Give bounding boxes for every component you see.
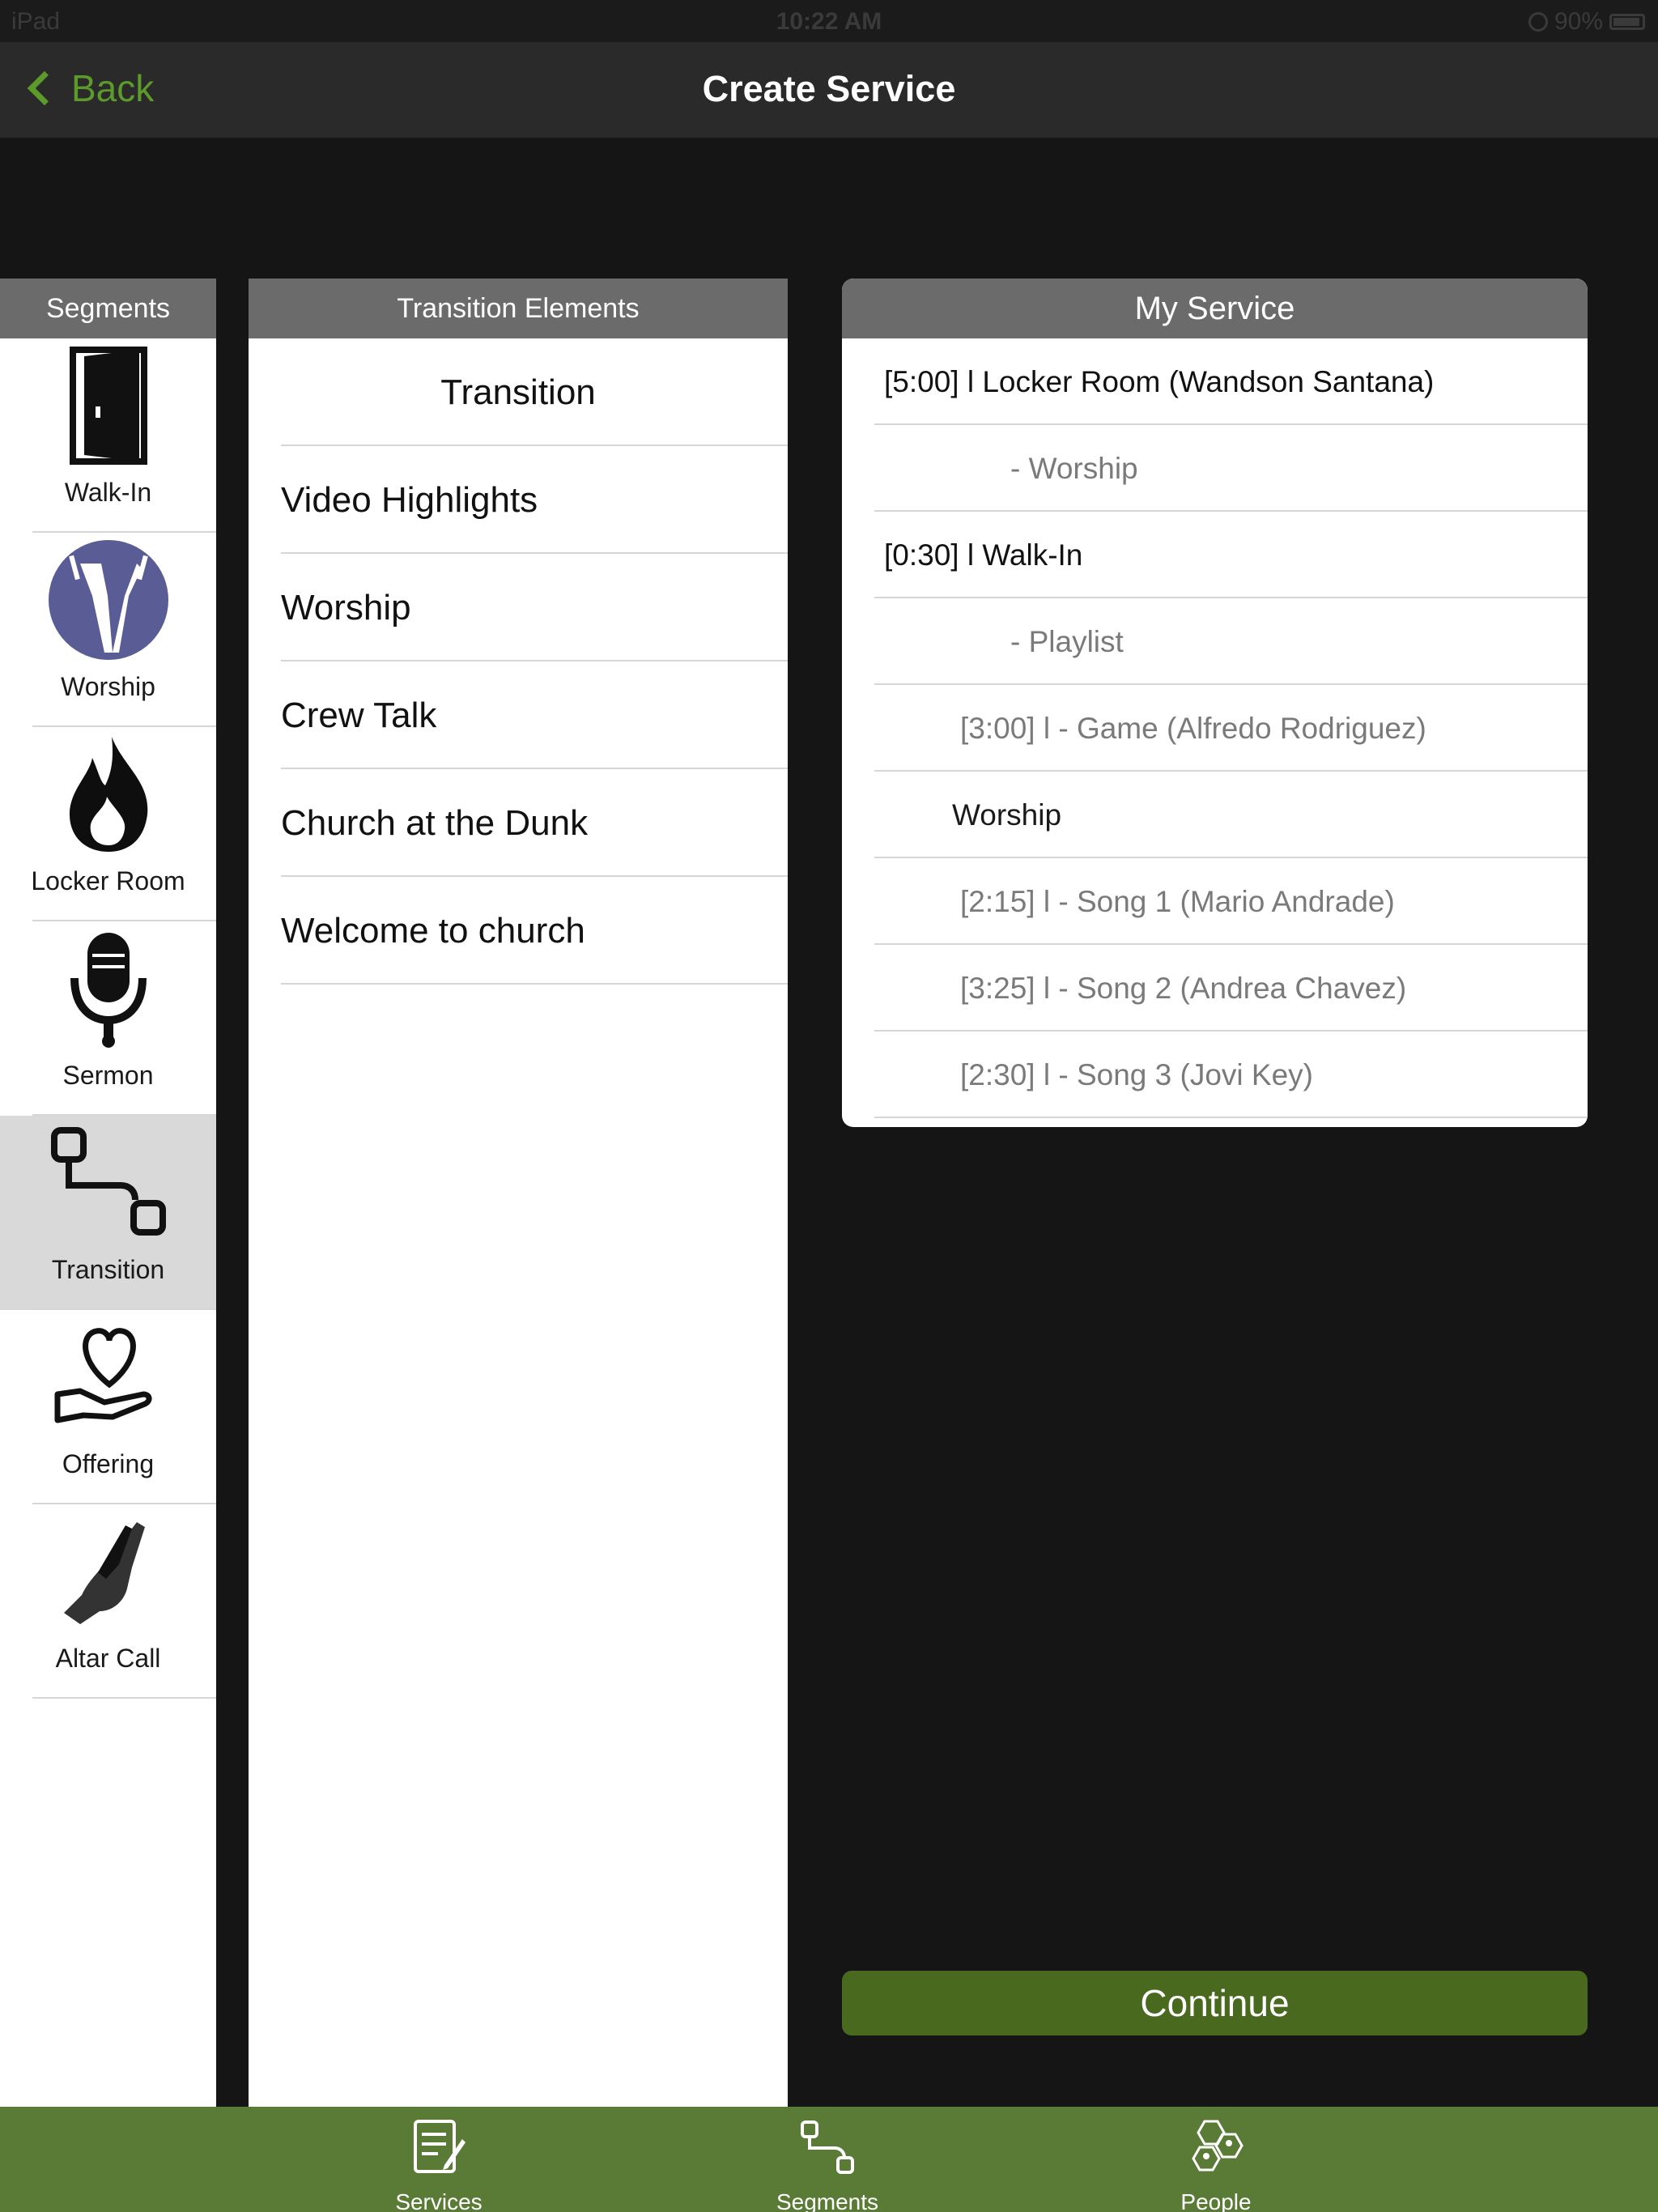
app-screen: iPad 10:22 AM 90% Back Create Service Se… (0, 0, 1658, 2212)
service-row[interactable]: [2:15] l - Song 1 (Mario Andrade) (842, 858, 1588, 945)
segment-sermon[interactable]: Sermon (0, 921, 216, 1116)
raised-hands-icon (48, 539, 169, 661)
element-item[interactable]: Welcome to church (249, 877, 788, 985)
service-row[interactable]: [5:00] l Locker Room (Wandson Santana) (842, 338, 1588, 425)
flame-icon (48, 734, 169, 855)
praying-hands-icon (48, 1511, 169, 1632)
service-row[interactable]: [1:00] l Transition (D'andre Thomas) (842, 1118, 1588, 1127)
tab-segments[interactable]: Segments (730, 2115, 925, 2212)
document-edit-icon (406, 2115, 471, 2180)
transition-elements-panel: Transition Elements Transition Video Hig… (249, 279, 788, 2107)
segment-label: Offering (62, 1449, 155, 1478)
people-icon (1184, 2115, 1248, 2180)
service-row[interactable]: [0:30] l Walk-In (842, 512, 1588, 598)
my-service-panel: My Service [5:00] l Locker Room (Wandson… (842, 279, 1588, 1127)
tab-label: Services (395, 2189, 483, 2212)
battery-icon (1609, 14, 1645, 30)
service-row[interactable]: [3:00] l - Game (Alfredo Rodriguez) (842, 685, 1588, 772)
segments-header: Segments (0, 279, 216, 338)
page-title: Create Service (702, 68, 956, 109)
battery-indicator: 90% (1528, 8, 1645, 36)
segment-label: Worship (61, 672, 155, 701)
service-row[interactable]: Worship (842, 772, 1588, 858)
segment-label: Sermon (62, 1061, 154, 1090)
heart-hand-icon (48, 1317, 169, 1438)
elements-header: Transition Elements (249, 279, 788, 338)
element-item[interactable]: Video Highlights (249, 446, 788, 554)
segment-label: Transition (51, 1255, 165, 1284)
tab-services[interactable]: Services (342, 2115, 536, 2212)
battery-percent: 90% (1554, 8, 1603, 35)
service-row[interactable]: [3:25] l - Song 2 (Andrea Chavez) (842, 945, 1588, 1032)
element-item[interactable]: Church at the Dunk (249, 769, 788, 877)
rotation-lock-icon (1528, 12, 1548, 32)
segment-altar-call[interactable]: Altar Call (0, 1504, 216, 1699)
segment-label: Altar Call (55, 1644, 161, 1673)
tab-people[interactable]: People (1119, 2115, 1313, 2212)
service-list[interactable]: [5:00] l Locker Room (Wandson Santana) - … (842, 338, 1588, 1127)
segment-label: Locker Room (31, 866, 185, 895)
segment-offering[interactable]: Offering (0, 1310, 216, 1504)
segment-worship[interactable]: Worship (0, 533, 216, 727)
microphone-icon (48, 928, 169, 1049)
segment-transition[interactable]: Transition (0, 1116, 216, 1310)
status-time: 10:22 AM (776, 8, 882, 35)
door-icon (48, 345, 169, 466)
my-service-header: My Service (842, 279, 1588, 338)
element-item[interactable]: Transition (249, 338, 788, 446)
transition-icon (48, 1122, 169, 1244)
element-item[interactable]: Crew Talk (249, 661, 788, 769)
continue-button[interactable]: Continue (842, 1971, 1588, 2035)
tab-bar: Services Segments People (0, 2107, 1658, 2212)
service-row[interactable]: [2:30] l - Song 3 (Jovi Key) (842, 1032, 1588, 1118)
segment-label: Walk-In (64, 478, 152, 507)
service-row[interactable]: - Playlist (842, 598, 1588, 685)
element-item[interactable]: Worship (249, 554, 788, 661)
navigation-bar: Back Create Service (0, 42, 1658, 138)
segment-locker-room[interactable]: Locker Room (0, 727, 216, 921)
tab-label: People (1180, 2189, 1252, 2212)
service-row[interactable]: - Worship (842, 425, 1588, 512)
transition-icon (795, 2115, 860, 2180)
segment-walk-in[interactable]: Walk-In (0, 338, 216, 533)
status-bar: iPad 10:22 AM 90% (0, 0, 1658, 42)
segments-panel: Segments Walk-In Worship Locker Room Ser… (0, 279, 216, 2107)
tab-label: Segments (776, 2189, 879, 2212)
